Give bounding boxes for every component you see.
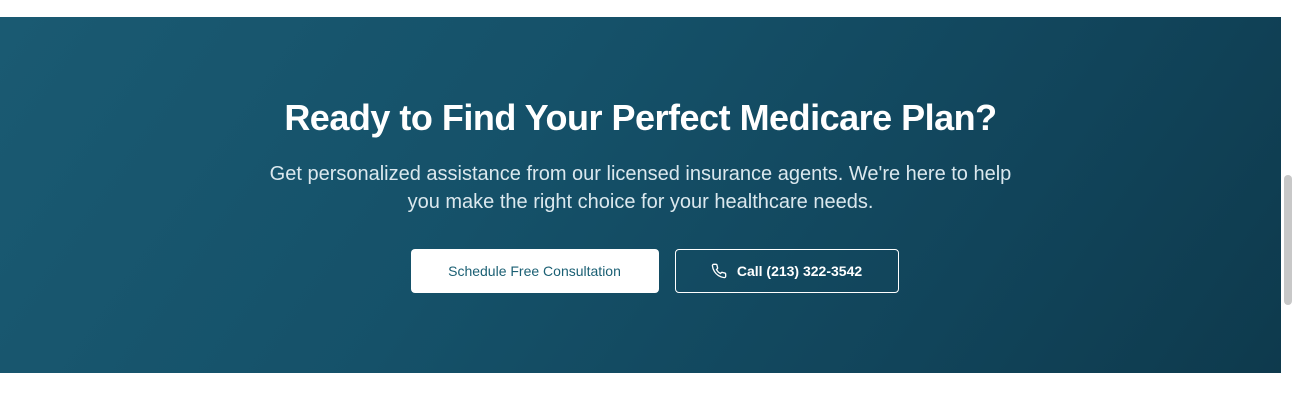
cta-subtitle: Get personalized assistance from our lic… xyxy=(269,163,1012,213)
cta-section: Ready to Find Your Perfect Medicare Plan… xyxy=(0,17,1281,373)
page: Ready to Find Your Perfect Medicare Plan… xyxy=(0,0,1301,417)
cta-buttons: Schedule Free Consultation Call (213) 32… xyxy=(0,249,1281,293)
scrollbar[interactable] xyxy=(1281,0,1301,417)
schedule-consultation-button[interactable]: Schedule Free Consultation xyxy=(410,249,659,293)
phone-icon xyxy=(711,263,727,279)
schedule-consultation-label: Schedule Free Consultation xyxy=(448,263,621,279)
scrollbar-thumb[interactable] xyxy=(1284,175,1292,305)
cta-title: Ready to Find Your Perfect Medicare Plan… xyxy=(284,97,997,138)
call-button-label: Call (213) 322-3542 xyxy=(736,263,863,279)
call-button[interactable]: Call (213) 322-3542 xyxy=(674,249,899,293)
